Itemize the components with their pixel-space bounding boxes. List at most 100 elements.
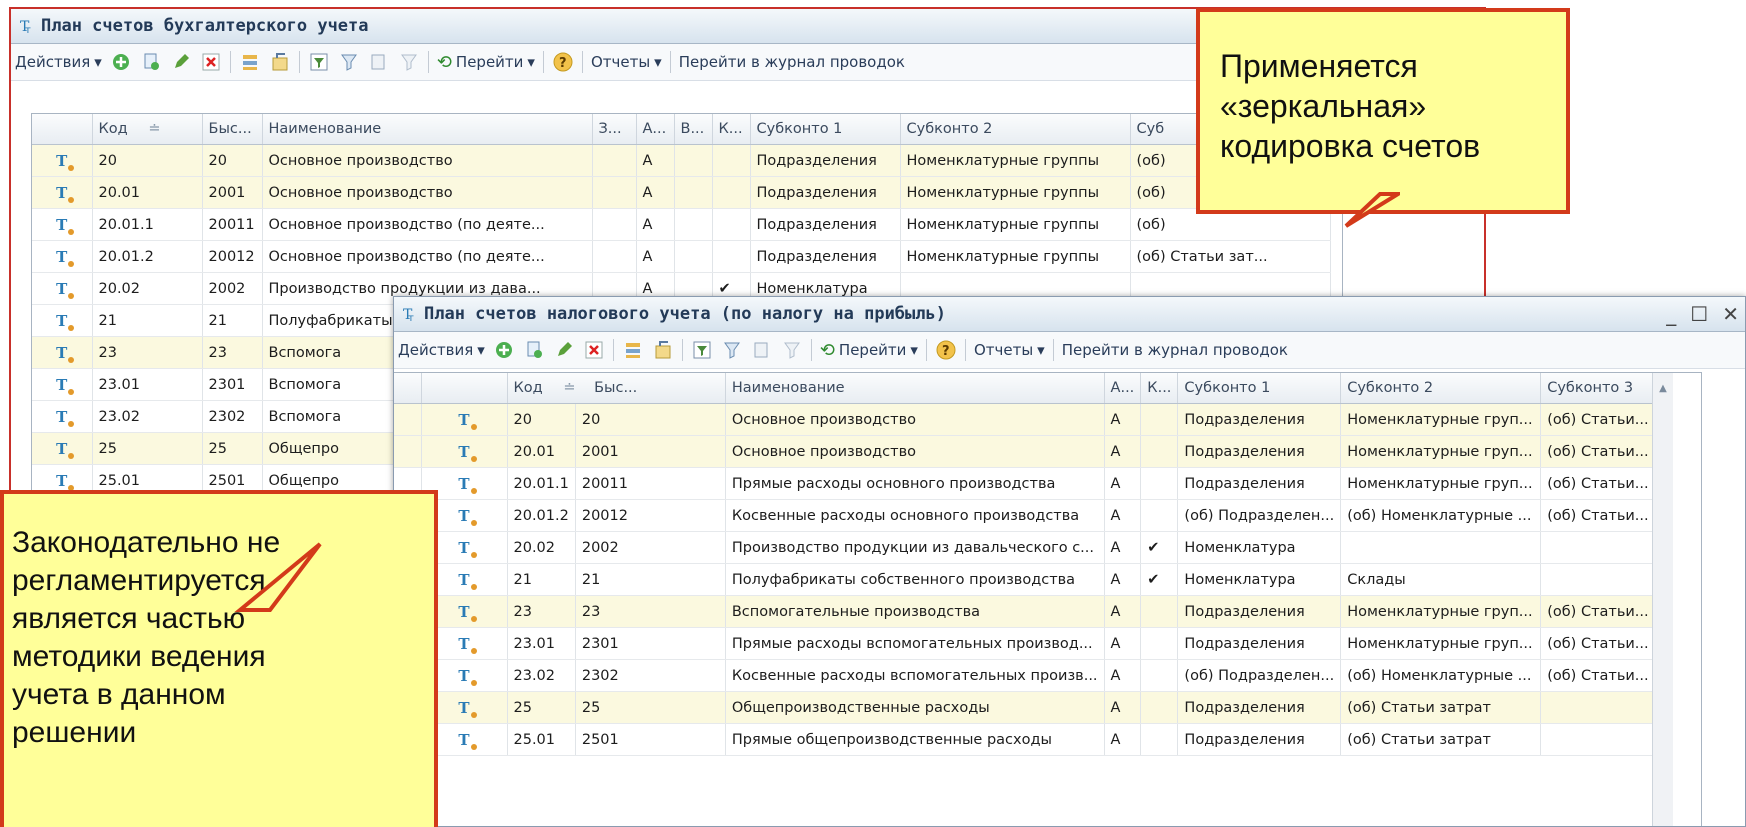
svg-text:т: т	[408, 313, 414, 322]
table-row[interactable]: Т 20.01 2001 Основное производство А Подразде…	[394, 435, 1656, 468]
table-cell	[1140, 467, 1179, 500]
table-cell: (об) Статьи...	[1540, 627, 1656, 660]
table-cell: Т	[32, 368, 93, 401]
column-header[interactable]: З...	[592, 114, 637, 145]
column-header[interactable]: Субконто 3	[1540, 373, 1656, 404]
table-row[interactable]: Т 23.02 2302 Косвенные расходы вспомогатель…	[394, 659, 1656, 692]
column-header[interactable]: А...	[636, 114, 675, 145]
pencil-icon[interactable]	[170, 51, 192, 73]
column-header[interactable]: Наименование	[725, 373, 1105, 404]
table-cell	[1140, 435, 1179, 468]
table-cell	[1140, 403, 1179, 436]
column-header[interactable]: Субконто 1	[750, 114, 901, 145]
pencil-icon[interactable]	[553, 339, 575, 361]
table-cell: Косвенные расходы вспомогательных произв…	[725, 659, 1105, 692]
column-header[interactable]: Субконто 2	[1340, 373, 1542, 404]
scroll-up-icon[interactable]: ▲	[1653, 383, 1673, 394]
journal-link[interactable]: Перейти в журнал проводок	[679, 53, 905, 71]
column-header[interactable]: К...	[1140, 373, 1179, 404]
table-cell: 20.01.1	[92, 208, 203, 241]
filter-list-icon[interactable]	[368, 51, 390, 73]
hierarchy-icon[interactable]	[239, 51, 261, 73]
actions-menu[interactable]: Действия ▾	[398, 341, 485, 359]
column-header[interactable]: К...	[712, 114, 751, 145]
copy-icon[interactable]	[140, 51, 162, 73]
table-cell	[592, 144, 637, 177]
column-header[interactable]: Наименование	[262, 114, 593, 145]
callout-pointer	[234, 542, 322, 612]
column-header[interactable]: А...	[1104, 373, 1142, 404]
column-header[interactable]: Код ≐	[92, 114, 203, 145]
table-cell: Подразделения	[750, 176, 901, 209]
column-header[interactable]: В...	[674, 114, 713, 145]
account-t-icon: Т	[56, 279, 68, 298]
chart-of-accounts-icon: Тт	[403, 307, 414, 322]
maximize-icon[interactable]: ☐	[1690, 302, 1708, 326]
table-cell: 21	[507, 563, 576, 596]
table-cell: А	[636, 176, 675, 209]
table-row[interactable]: Т 25 25 Общепроизводственные расходы А Подраз…	[394, 691, 1656, 724]
table-cell	[674, 144, 713, 177]
table-cell	[712, 208, 751, 241]
table-cell: Основное производство	[262, 144, 593, 177]
toolbar-separator	[229, 51, 231, 73]
help-icon[interactable]: ?	[552, 51, 574, 73]
column-header[interactable]: Код ≐ Быс...	[507, 373, 726, 404]
column-header[interactable]: Субконто 2	[900, 114, 1131, 145]
reports-menu[interactable]: Отчеты ▾	[974, 341, 1045, 359]
goto-menu[interactable]: ⟲ Перейти ▾	[820, 340, 918, 361]
table-cell: А	[1104, 723, 1142, 756]
hierarchy-icon[interactable]	[622, 339, 644, 361]
column-header-icon	[32, 114, 93, 145]
callout-mirror-coding: Применяется «зеркальная» кодировка счето…	[1196, 8, 1570, 214]
table-row[interactable]: Т 20 20 Основное производство А Подразделения…	[394, 403, 1656, 436]
table-cell	[1540, 691, 1656, 724]
table-cell: Основное производство	[262, 176, 593, 209]
table-cell: Вспомогательные производства	[725, 595, 1105, 628]
callout-not-regulated: Законодательно не регламентируется, явля…	[0, 490, 438, 827]
clear-filter-icon[interactable]	[781, 339, 803, 361]
table-row[interactable]: Т 20.01.1 20011 Прямые расходы основного пр…	[394, 467, 1656, 500]
table-row[interactable]: Т 21 21 Полуфабрикаты собственного производ…	[394, 563, 1656, 596]
column-header[interactable]: Быс...	[202, 114, 263, 145]
help-icon[interactable]: ?	[935, 339, 957, 361]
journal-link[interactable]: Перейти в журнал проводок	[1062, 341, 1288, 359]
table-row[interactable]: Т 20.01 2001 Основное производство А Подразде…	[32, 176, 1331, 209]
add-icon[interactable]	[493, 339, 515, 361]
account-t-icon: Т	[458, 666, 470, 685]
table-row[interactable]: Т 20.01.2 20012 Основное производство (по д…	[32, 240, 1331, 273]
table-row[interactable]: Т 20.01.2 20012 Косвенные расходы основного…	[394, 499, 1656, 532]
filter-settings-icon[interactable]	[308, 51, 330, 73]
table-cell: (об) Статьи...	[1540, 595, 1656, 628]
window-controls: _ ☐ ✕	[1666, 302, 1739, 326]
column-header[interactable]: Субконто 1	[1177, 373, 1342, 404]
goto-menu[interactable]: ⟲ Перейти ▾	[437, 52, 535, 73]
filter-settings-icon[interactable]	[691, 339, 713, 361]
table-row[interactable]: Т 20.02 2002 Производство продукции из дава…	[394, 531, 1656, 564]
filter-icon[interactable]	[721, 339, 743, 361]
table-row[interactable]: Т 23 23 Вспомогательные производства А Подраз…	[394, 595, 1656, 628]
close-icon[interactable]: ✕	[1722, 302, 1739, 326]
table-cell: (об) Статьи...	[1540, 499, 1656, 532]
minimize-icon[interactable]: _	[1666, 302, 1676, 326]
vertical-scrollbar[interactable]: ▲	[1652, 373, 1673, 826]
table-row[interactable]: Т 20.01.1 20011 Основное производство (по д…	[32, 208, 1331, 241]
sort-icon: ≐	[148, 121, 161, 137]
filter-icon[interactable]	[338, 51, 360, 73]
level-up-icon[interactable]	[652, 339, 674, 361]
filter-list-icon[interactable]	[751, 339, 773, 361]
level-up-icon[interactable]	[269, 51, 291, 73]
clear-filter-icon[interactable]	[398, 51, 420, 73]
table-row[interactable]: Т 23.01 2301 Прямые расходы вспомогательных…	[394, 627, 1656, 660]
table-row[interactable]: Т 20 20 Основное производство А Подразделения…	[32, 144, 1331, 177]
delete-icon[interactable]	[200, 51, 222, 73]
table-cell	[674, 208, 713, 241]
actions-menu[interactable]: Действия ▾	[15, 53, 102, 71]
table-row[interactable]: Т 25.01 2501 Прямые общепроизводственные ра…	[394, 723, 1656, 756]
table-cell	[712, 176, 751, 209]
reports-menu[interactable]: Отчеты ▾	[591, 53, 662, 71]
delete-icon[interactable]	[583, 339, 605, 361]
copy-icon[interactable]	[523, 339, 545, 361]
add-icon[interactable]	[110, 51, 132, 73]
toolbar-separator	[612, 339, 614, 361]
